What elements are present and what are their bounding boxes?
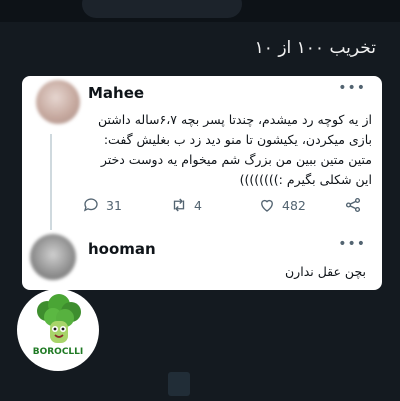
- broccoli-mascot-icon: [37, 294, 81, 343]
- heart-icon: [261, 199, 273, 212]
- status-bar: [0, 0, 400, 22]
- tweet-actions: 31 4 482: [82, 196, 374, 220]
- more-options-icon[interactable]: •••: [338, 80, 366, 96]
- retweet-button[interactable]: 4: [170, 196, 202, 214]
- tweet-card: Mahee ••• از یه کوچه رد میشدم، چندتا پسر…: [22, 76, 382, 290]
- page-title: تخریب ۱۰۰ از ۱۰: [254, 38, 376, 58]
- retweet-icon: [173, 198, 185, 212]
- tweet-line: این شکلی بگیرم :)))))))): [239, 172, 372, 187]
- author-name[interactable]: Mahee: [88, 84, 144, 102]
- reply-author-name[interactable]: hooman: [88, 240, 156, 258]
- thread-line: [50, 134, 52, 230]
- tweet-text: از یه کوچه رد میشدم، چندتا پسر بچه ۶،۷سا…: [90, 110, 372, 190]
- broccoli-logo: BOROCLLI: [17, 289, 99, 371]
- logo-text: BOROCLLI: [32, 347, 84, 357]
- tweet-line: از یه کوچه رد میشدم، چندتا پسر بچه ۶،۷سا…: [97, 112, 372, 127]
- share-icon: [345, 197, 361, 213]
- share-button[interactable]: [344, 196, 368, 214]
- avatar[interactable]: [30, 234, 76, 280]
- reply-count: 31: [106, 197, 122, 213]
- comment-icon: [83, 198, 98, 212]
- reply-text: بچن عقل ندارن: [285, 264, 366, 279]
- top-pill: [82, 0, 242, 18]
- retweet-count: 4: [194, 197, 202, 213]
- tweet-line: بازی میکردن، یکیشون تا منو دید زد ب بغلی…: [103, 132, 372, 147]
- like-count: 482: [282, 197, 306, 213]
- like-button[interactable]: 482: [258, 196, 306, 214]
- more-options-icon[interactable]: •••: [338, 236, 366, 252]
- tap-indicator: [168, 372, 190, 396]
- reply-button[interactable]: 31: [82, 196, 122, 214]
- avatar[interactable]: [36, 80, 80, 124]
- tweet-line: متین متین ببین من بزرگ شم میخوام یه دوست…: [100, 152, 372, 167]
